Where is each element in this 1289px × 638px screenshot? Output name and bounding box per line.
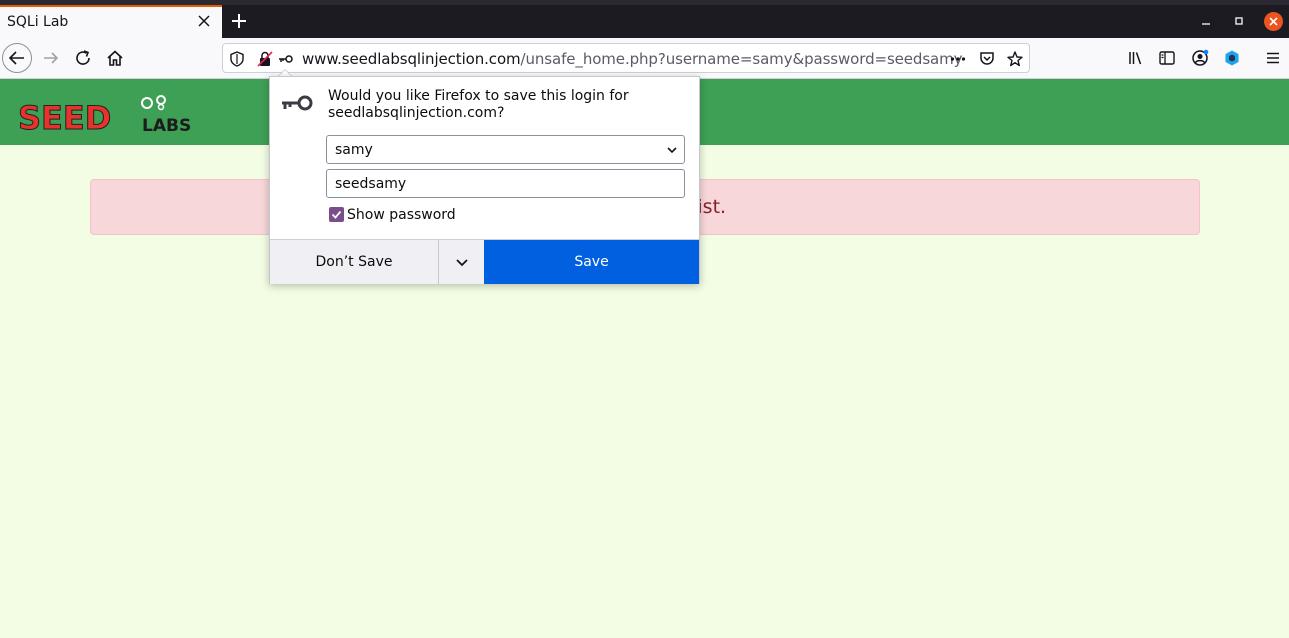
minimize-icon[interactable]	[1198, 13, 1214, 29]
more-dots-icon[interactable]	[949, 50, 967, 68]
popup-button-row: Don’t Save Save	[270, 239, 699, 284]
gear-icon	[157, 103, 165, 111]
library-button[interactable]	[1124, 46, 1148, 70]
url-host: www.seedlabsqlinjection.com	[302, 50, 521, 68]
show-password-checkbox[interactable]	[329, 207, 344, 222]
chevron-down-icon	[667, 147, 677, 154]
back-button[interactable]	[2, 43, 32, 73]
shield-icon[interactable]	[228, 50, 246, 68]
tab-strip: SQLi Lab	[0, 0, 1289, 38]
reload-button[interactable]	[71, 46, 95, 70]
seed-labs-logo[interactable]: SEED LABS	[16, 93, 216, 133]
url-text[interactable]: www.seedlabsqlinjection.com/unsafe_home.…	[302, 50, 963, 68]
hamburger-menu-icon	[1267, 52, 1279, 64]
forward-arrow-icon	[44, 52, 59, 64]
checkmark-icon	[331, 210, 342, 219]
insecure-lock-icon[interactable]	[256, 50, 274, 68]
sidebar-button[interactable]	[1155, 46, 1179, 70]
logo-labs-text: LABS	[142, 116, 191, 133]
save-button[interactable]: Save	[484, 240, 699, 284]
extension-button[interactable]	[1220, 46, 1244, 70]
extension-icon	[1225, 50, 1239, 66]
show-password-label[interactable]: Show password	[347, 207, 456, 223]
save-label: Save	[574, 254, 609, 270]
save-login-popup: Would you like Firefox to save this logi…	[269, 76, 700, 284]
home-button[interactable]	[103, 46, 127, 70]
library-icon	[1129, 52, 1142, 65]
dont-save-button[interactable]: Don’t Save	[270, 240, 438, 284]
dont-save-dropdown-button[interactable]	[438, 240, 484, 284]
home-icon	[107, 50, 123, 66]
popup-message: Would you like Firefox to save this logi…	[328, 88, 629, 121]
sidebar-icon	[1159, 51, 1175, 65]
forward-button[interactable]	[39, 46, 63, 70]
gear-icon	[141, 97, 153, 109]
url-path: /unsafe_home.php?username=samy&password=…	[520, 50, 963, 68]
tab-title: SQLi Lab	[7, 14, 69, 30]
back-arrow-icon	[8, 51, 24, 65]
key-icon	[282, 95, 313, 111]
chevron-down-icon	[455, 259, 468, 267]
plus-icon[interactable]	[229, 11, 249, 31]
nav-toolbar: www.seedlabsqlinjection.com/unsafe_home.…	[0, 38, 1289, 79]
tab-sqli-lab[interactable]: SQLi Lab	[0, 5, 222, 38]
account-button[interactable]	[1188, 46, 1212, 70]
dont-save-label: Don’t Save	[315, 254, 393, 270]
url-bar[interactable]: www.seedlabsqlinjection.com/unsafe_home.…	[222, 43, 1030, 73]
account-icon	[1192, 49, 1209, 66]
close-icon	[1269, 17, 1278, 26]
star-icon[interactable]	[1006, 50, 1024, 68]
window-close-button[interactable]	[1264, 12, 1283, 31]
menu-button[interactable]	[1261, 46, 1285, 70]
restore-icon[interactable]	[1231, 13, 1247, 29]
username-value: samy	[335, 142, 373, 158]
password-field[interactable]: seedsamy	[326, 169, 685, 198]
logo-seed-text: SEED	[18, 99, 111, 133]
pocket-icon[interactable]	[978, 50, 996, 68]
reload-icon	[76, 50, 90, 65]
username-select[interactable]: samy	[326, 135, 685, 164]
key-icon[interactable]	[277, 50, 295, 68]
gear-icon	[156, 95, 166, 105]
password-value: seedsamy	[335, 176, 407, 192]
close-icon[interactable]	[196, 13, 212, 29]
